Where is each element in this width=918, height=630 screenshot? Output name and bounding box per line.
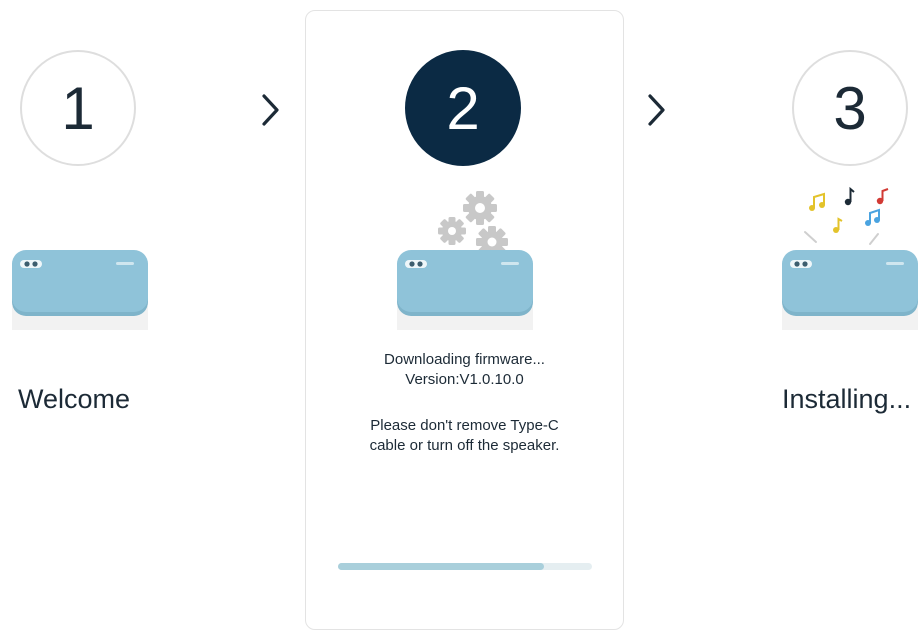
step-1-label: Welcome (18, 384, 131, 414)
download-progress-bar (338, 563, 592, 570)
speaker-icon (397, 250, 533, 330)
warning-line-2: cable or turn off the speaker. (369, 437, 560, 454)
step-3-number: 3 (833, 74, 867, 142)
chevron-right-icon (648, 94, 665, 126)
chevron-right-icon (262, 94, 279, 126)
download-warning: Please don't remove Type-C cable or turn… (305, 416, 624, 456)
download-progress-fill (338, 563, 544, 570)
download-status: Downloading firmware... Version:V1.0.10.… (305, 350, 624, 390)
speaker-icon (782, 250, 918, 330)
firmware-version: Version:V1.0.10.0 (405, 371, 524, 388)
step-2-number: 2 (446, 74, 480, 142)
step-2-circle: 2 (405, 50, 521, 166)
speaker-icon (12, 250, 148, 330)
step-1-circle: 1 (20, 50, 136, 166)
step-3-circle: 3 (792, 50, 908, 166)
step-3-label: Installing... (782, 384, 912, 414)
warning-line-1: Please don't remove Type-C (370, 417, 559, 434)
download-title: Downloading firmware... (384, 351, 545, 368)
step-1-number: 1 (61, 74, 95, 142)
